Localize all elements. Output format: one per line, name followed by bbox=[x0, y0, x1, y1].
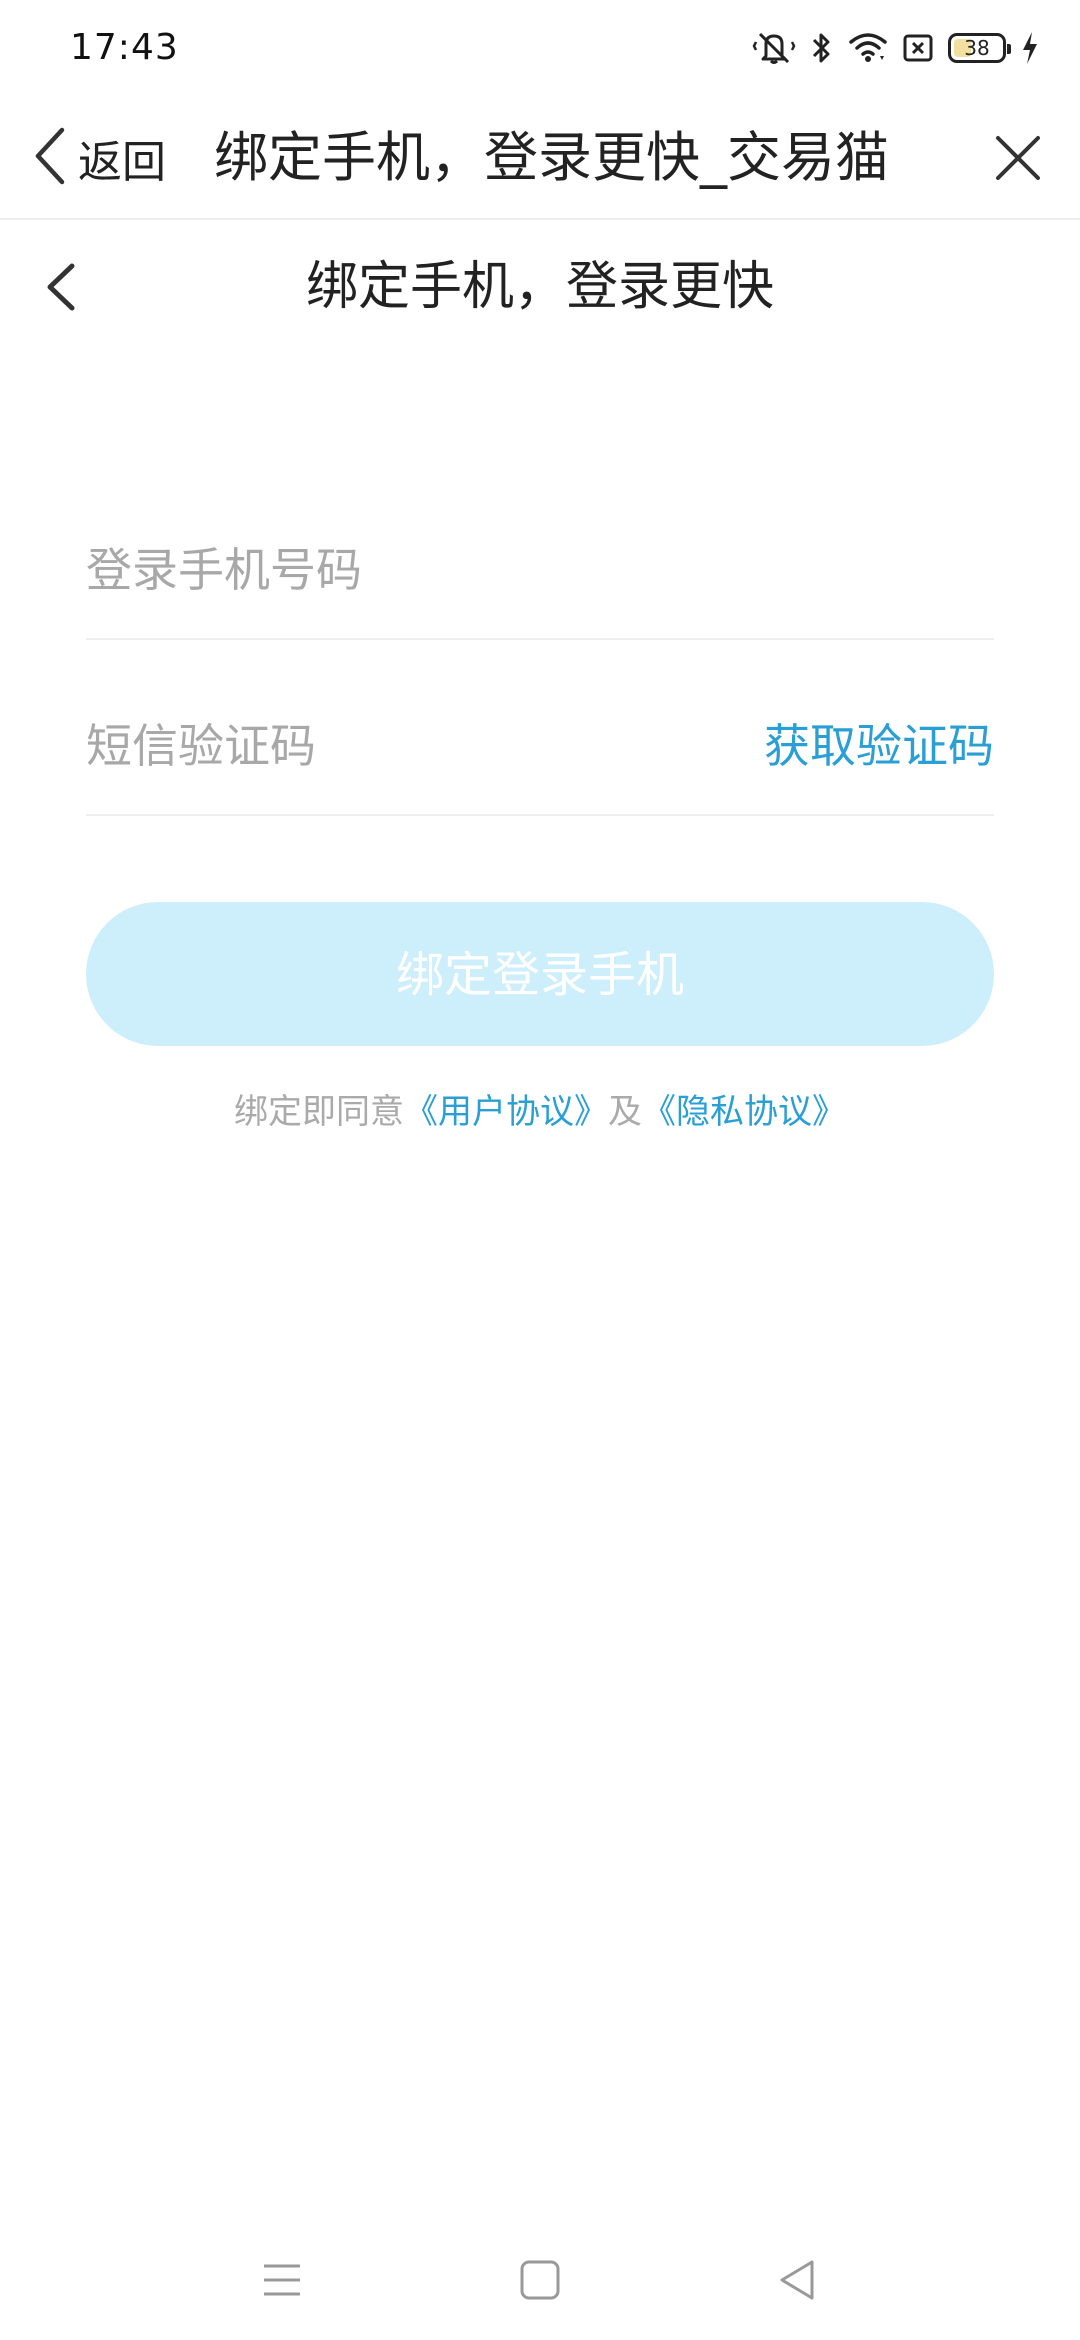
status-time: 17:43 bbox=[70, 27, 179, 68]
menu-icon bbox=[264, 2264, 300, 2296]
system-nav-bar bbox=[0, 2220, 1080, 2330]
titlebar-title: 绑定手机，登录更快_交易猫 bbox=[214, 126, 889, 189]
sms-code-input[interactable] bbox=[86, 706, 726, 786]
phone-input[interactable] bbox=[86, 530, 994, 610]
sms-field: 获取验证码 bbox=[86, 676, 994, 816]
back-triangle-icon bbox=[780, 2260, 814, 2300]
sim-disabled-icon bbox=[902, 31, 934, 65]
titlebar-back-button[interactable]: 返回 bbox=[30, 124, 166, 192]
home-icon bbox=[520, 2260, 560, 2300]
page-title: 绑定手机，登录更快 bbox=[305, 257, 774, 317]
home-button[interactable] bbox=[510, 2250, 570, 2310]
battery-level: 38 bbox=[964, 36, 990, 60]
privacy-agreement-link[interactable]: 《隐私协议》 bbox=[642, 1092, 846, 1132]
titlebar-back-label: 返回 bbox=[78, 137, 166, 188]
menu-button[interactable] bbox=[252, 2250, 312, 2310]
battery-icon: 38 bbox=[948, 33, 1011, 63]
agreement-text: 绑定即同意《用户协议》及《隐私协议》 bbox=[0, 1084, 1080, 1140]
close-button[interactable] bbox=[990, 130, 1046, 186]
get-code-button[interactable]: 获取验证码 bbox=[764, 706, 994, 786]
charging-icon bbox=[1020, 30, 1040, 66]
screen: 17:43 38 返回 绑定手机，登录更快_交易猫 绑定手机，登录更快 登录手机… bbox=[0, 0, 1080, 2340]
status-bar: 17:43 38 bbox=[0, 0, 1080, 96]
page-header: 绑定手机，登录更快 bbox=[0, 222, 1080, 352]
status-icons: 38 bbox=[752, 24, 1040, 72]
close-icon bbox=[996, 136, 1040, 180]
bind-phone-form: 获取验证码 bbox=[86, 500, 994, 816]
agreement-prefix: 绑定即同意 bbox=[234, 1092, 404, 1132]
battery-cap bbox=[1007, 44, 1011, 54]
vibrate-mute-icon bbox=[752, 30, 796, 66]
nav-back-button[interactable] bbox=[768, 2250, 828, 2310]
wifi-icon bbox=[848, 30, 888, 66]
user-agreement-link[interactable]: 《用户协议》 bbox=[404, 1092, 608, 1132]
agreement-conjunction: 及 bbox=[608, 1092, 642, 1132]
bluetooth-icon bbox=[810, 30, 834, 66]
bind-login-button[interactable]: 绑定登录手机 bbox=[86, 902, 994, 1046]
phone-field bbox=[86, 500, 994, 640]
browser-titlebar: 返回 绑定手机，登录更快_交易猫 bbox=[0, 96, 1080, 220]
chevron-left-icon bbox=[30, 124, 70, 192]
